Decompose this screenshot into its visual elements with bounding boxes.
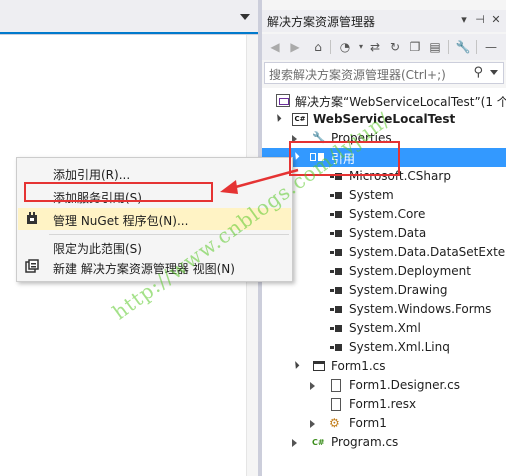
tree-item-assembly[interactable]: System.Xml (262, 319, 506, 338)
menu-item-manage-nuget[interactable]: 管理 NuGet 程序包(N)... (18, 208, 291, 230)
tree-item-label: System.Data (349, 226, 427, 240)
expand-arrow-icon[interactable] (310, 420, 315, 428)
assembly-icon (330, 249, 342, 256)
tree-item-form1-cs[interactable]: Form1.cs (262, 357, 506, 376)
assembly-icon (330, 268, 342, 275)
tree-item-label: WebServiceLocalTest (313, 112, 456, 126)
menu-item-label: 限定为此范围(S) (53, 242, 142, 256)
tree-item-label: System.Xml (349, 321, 421, 335)
close-icon[interactable]: ✕ (488, 12, 504, 28)
expand-arrow-icon[interactable] (292, 439, 297, 447)
assembly-icon (330, 287, 342, 294)
tree-item-assembly[interactable]: System.Drawing (262, 281, 506, 300)
toolbar-separator (330, 40, 331, 54)
tree-item-project[interactable]: C# WebServiceLocalTest (262, 110, 506, 129)
editor-active-line (0, 32, 258, 34)
tree-item-solution[interactable]: 解决方案“WebServiceLocalTest”(1 个 (262, 91, 506, 110)
menu-item-label: 添加引用(R)... (53, 168, 131, 182)
editor-tab-dropdown-icon[interactable] (240, 14, 250, 20)
tree-item-assembly[interactable]: System.Deployment (262, 262, 506, 281)
tree-item-assembly[interactable]: System (262, 186, 506, 205)
tree-item-label: System.Data.DataSetExtensi (349, 245, 506, 259)
properties-wrench-icon[interactable]: 🔧 (454, 38, 472, 56)
expand-arrow-icon[interactable] (310, 382, 315, 390)
menu-item-label: 新建 解决方案资源管理器 视图(N) (53, 262, 235, 276)
collapse-arrow-icon[interactable] (291, 361, 300, 369)
tree-item-form1-designer[interactable]: Form1.Designer.cs (262, 376, 506, 395)
nuget-icon (24, 211, 40, 227)
highlight-box-add-service-reference (24, 182, 213, 202)
tree-item-form1-resx[interactable]: Form1.resx (262, 395, 506, 414)
tree-item-assembly[interactable]: System.Data (262, 224, 506, 243)
assembly-icon (330, 192, 342, 199)
home-icon[interactable]: ⌂ (309, 38, 327, 56)
tree-item-label: Form1.resx (349, 397, 417, 411)
tree-item-label: System.Deployment (349, 264, 471, 278)
csharp-file-icon (331, 379, 341, 392)
tree-item-assembly[interactable]: System.Core (262, 205, 506, 224)
tree-item-label: 解决方案“WebServiceLocalTest”(1 个 (295, 95, 506, 109)
tree-item-assembly[interactable]: System.Windows.Forms (262, 300, 506, 319)
solution-explorer-search-input[interactable]: 搜索解决方案资源管理器(Ctrl+;) ⚲ (264, 62, 504, 84)
show-all-files-icon[interactable]: ▤ (426, 38, 444, 56)
tree-item-form1-class[interactable]: ⚙ Form1 (262, 414, 506, 433)
forward-icon[interactable]: ▶ (286, 38, 304, 56)
menu-item-new-view[interactable]: 新建 解决方案资源管理器 视图(N) (18, 256, 291, 278)
refresh-icon[interactable]: ↻ (386, 38, 404, 56)
toolbar-separator (476, 40, 477, 54)
collapse-all-icon[interactable]: ❐ (406, 38, 424, 56)
tree-item-label: System (349, 188, 394, 202)
new-view-icon (24, 259, 40, 275)
tree-item-label: Program.cs (331, 435, 399, 449)
menu-item-add-reference[interactable]: 添加引用(R)... (18, 162, 291, 184)
menu-item-scope-to-this[interactable]: 限定为此范围(S) (18, 236, 291, 258)
menu-separator (49, 234, 289, 235)
csharp-file-icon: C# (312, 438, 325, 447)
tree-item-label: Form1.Designer.cs (349, 378, 460, 392)
context-menu: 添加引用(R)... 添加服务引用(S)... 管理 NuGet 程序包(N).… (16, 157, 293, 282)
search-placeholder: 搜索解决方案资源管理器(Ctrl+;) (269, 68, 446, 82)
solution-icon (276, 94, 290, 107)
tree-item-label: System.Xml.Linq (349, 340, 450, 354)
editor-tab-strip (0, 0, 258, 35)
collapse-arrow-icon[interactable] (273, 114, 282, 122)
search-icon[interactable]: ⚲ (473, 65, 483, 80)
class-icon: ⚙ (329, 416, 340, 430)
windows-form-icon (313, 361, 325, 371)
solution-explorer-title: 解决方案资源管理器 (267, 15, 376, 29)
tree-item-label: System.Drawing (349, 283, 448, 297)
dropdown-icon[interactable]: ▾ (456, 12, 472, 28)
tree-item-label: System.Core (349, 207, 426, 221)
tree-item-program-cs[interactable]: C# Program.cs (262, 433, 506, 452)
tree-item-label: Form1 (349, 416, 387, 430)
assembly-icon (330, 306, 342, 313)
toolbar-separator (448, 40, 449, 54)
csharp-project-icon: C# (292, 113, 308, 126)
highlight-box-references (289, 141, 400, 176)
assembly-icon (330, 344, 342, 351)
search-options-dropdown-icon[interactable] (490, 70, 498, 75)
solution-explorer-toolbar: ◀ ▶ ⌂ ◔ ▾ ⇄ ↻ ❐ ▤ 🔧 — (262, 34, 506, 60)
tree-item-label: Form1.cs (331, 359, 386, 373)
more-icon[interactable]: — (482, 38, 500, 56)
pin-icon[interactable]: ⊣ (472, 12, 488, 28)
tree-item-assembly[interactable]: System.Xml.Linq (262, 338, 506, 357)
resx-file-icon (331, 398, 341, 411)
assembly-icon (330, 230, 342, 237)
tree-item-label: System.Windows.Forms (349, 302, 492, 316)
solution-explorer-titlebar: 解决方案资源管理器 ▾ ⊣ ✕ (262, 10, 506, 32)
solution-explorer-panel: 解决方案资源管理器 ▾ ⊣ ✕ ◀ ▶ ⌂ ◔ ▾ ⇄ ↻ ❐ ▤ 🔧 — 搜索… (262, 0, 506, 476)
back-icon[interactable]: ◀ (266, 38, 284, 56)
assembly-icon (330, 211, 342, 218)
sync-icon[interactable]: ⇄ (366, 38, 384, 56)
menu-item-label: 管理 NuGet 程序包(N)... (53, 214, 189, 228)
tree-item-assembly[interactable]: System.Data.DataSetExtensi (262, 243, 506, 262)
assembly-icon (330, 325, 342, 332)
